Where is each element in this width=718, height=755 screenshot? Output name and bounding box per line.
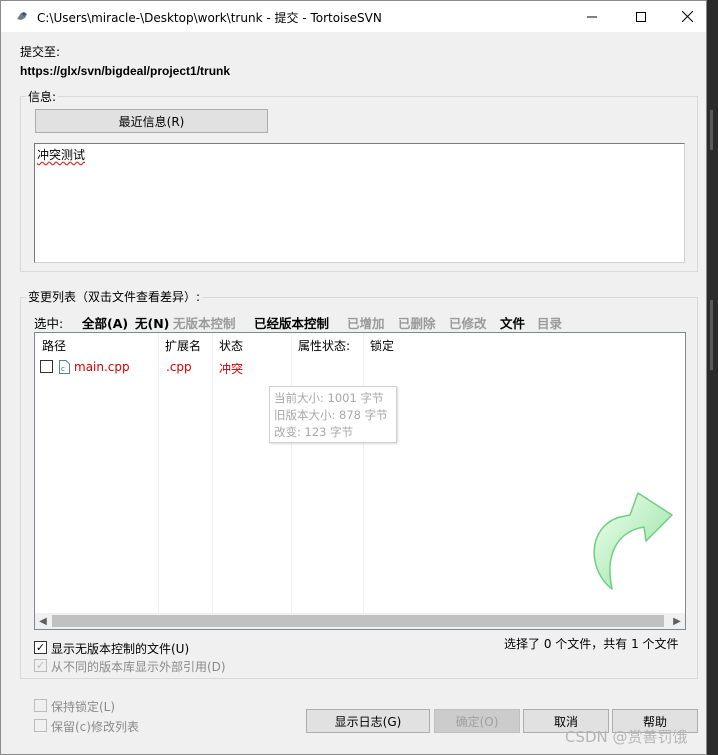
- message-text: 冲突测试: [37, 148, 86, 162]
- show-externals-label: 从不同的版本库显示外部引用(D): [51, 660, 226, 674]
- row-checkbox[interactable]: [40, 360, 53, 373]
- svg-text:c: c: [61, 365, 65, 373]
- column-header-status[interactable]: 状态: [219, 337, 243, 354]
- file-size-tooltip: 当前大小: 1001 字节 旧版本大小: 878 字节 改变: 123 字节: [269, 386, 397, 443]
- recent-messages-button[interactable]: 最近信息(R): [35, 109, 268, 133]
- filter-modified[interactable]: 已修改: [449, 313, 487, 332]
- window-title: C:\Users\miracle-\Desktop\work\trunk - 提…: [37, 11, 382, 25]
- commit-url: https://glx/svn/bigdeal/project1/trunk: [20, 64, 231, 78]
- show-unversioned-label[interactable]: 显示无版本控制的文件(U): [51, 640, 189, 657]
- filter-unversioned[interactable]: 无版本控制: [173, 313, 236, 332]
- column-header-lock[interactable]: 锁定: [370, 337, 394, 354]
- row-status: 冲突: [219, 362, 244, 376]
- minimize-button[interactable]: [569, 1, 615, 32]
- message-textarea[interactable]: 冲突测试: [34, 143, 685, 263]
- filter-none[interactable]: 无(N): [135, 313, 169, 332]
- filter-files[interactable]: 文件: [500, 313, 525, 332]
- column-header-path[interactable]: 路径: [42, 337, 66, 354]
- scrollbar-thumb[interactable]: [52, 615, 664, 627]
- close-button[interactable]: [664, 1, 710, 32]
- table-row[interactable]: c main.cpp .cpp 冲突: [35, 358, 435, 376]
- cpp-file-icon: c: [59, 360, 70, 374]
- scroll-left-icon[interactable]: ◀: [35, 613, 51, 629]
- keep-locks-label: 保持锁定(L): [51, 700, 116, 714]
- show-unversioned-checkbox[interactable]: ✓: [34, 641, 47, 654]
- commit-to-label: 提交至:: [20, 45, 61, 59]
- minimize-icon: [587, 16, 597, 17]
- desktop-background-strip: [707, 0, 718, 755]
- filter-deleted[interactable]: 已删除: [398, 313, 436, 332]
- row-extension: .cpp: [166, 360, 192, 374]
- keep-changelists-checkbox: [34, 719, 47, 732]
- tooltip-current-size: 当前大小: 1001 字节: [274, 391, 384, 405]
- tortoisesvn-app-icon: [17, 12, 27, 20]
- keep-locks-checkbox: [34, 699, 47, 712]
- changes-group-title: 变更列表（双击文件查看差异）:: [26, 288, 203, 305]
- column-header-extension[interactable]: 扩展名: [165, 337, 201, 354]
- keep-changelists-label: 保留(c)修改列表: [51, 720, 139, 734]
- tooltip-change: 改变: 123 字节: [274, 425, 354, 439]
- show-log-button[interactable]: 显示日志(G): [306, 709, 430, 733]
- commit-dialog: C:\Users\miracle-\Desktop\work\trunk - 提…: [0, 0, 707, 755]
- horizontal-scrollbar[interactable]: ◀ ▶: [35, 613, 685, 629]
- filter-directories[interactable]: 目录: [537, 313, 562, 332]
- scroll-right-icon[interactable]: ▶: [669, 613, 685, 629]
- filter-added[interactable]: 已增加: [347, 313, 385, 332]
- show-externals-checkbox: ✓: [34, 659, 47, 672]
- filter-all[interactable]: 全部(A): [82, 313, 128, 332]
- maximize-button[interactable]: [618, 1, 664, 32]
- changes-list[interactable]: 路径 扩展名 状态 属性状态: 锁定 c main.cpp .cpp 冲突 ◀ …: [34, 332, 686, 630]
- column-header-property-status[interactable]: 属性状态:: [298, 337, 350, 354]
- filter-versioned[interactable]: 已经版本控制: [254, 313, 329, 332]
- selection-summary: 选择了 0 个文件，共有 1 个文件: [504, 637, 679, 651]
- tooltip-old-size: 旧版本大小: 878 字节: [274, 408, 388, 422]
- maximize-icon: [636, 11, 646, 22]
- row-path: main.cpp: [74, 360, 130, 374]
- message-group-title: 信息:: [26, 88, 59, 105]
- ok-button: 确定(O): [434, 709, 520, 733]
- close-icon: [681, 11, 693, 22]
- select-label: 选中:: [34, 316, 64, 331]
- csdn-watermark: CSDN @赏善罚饿: [565, 728, 688, 746]
- title-bar[interactable]: C:\Users\miracle-\Desktop\work\trunk - 提…: [1, 1, 706, 32]
- tortoisesvn-arrow-icon: [593, 492, 673, 590]
